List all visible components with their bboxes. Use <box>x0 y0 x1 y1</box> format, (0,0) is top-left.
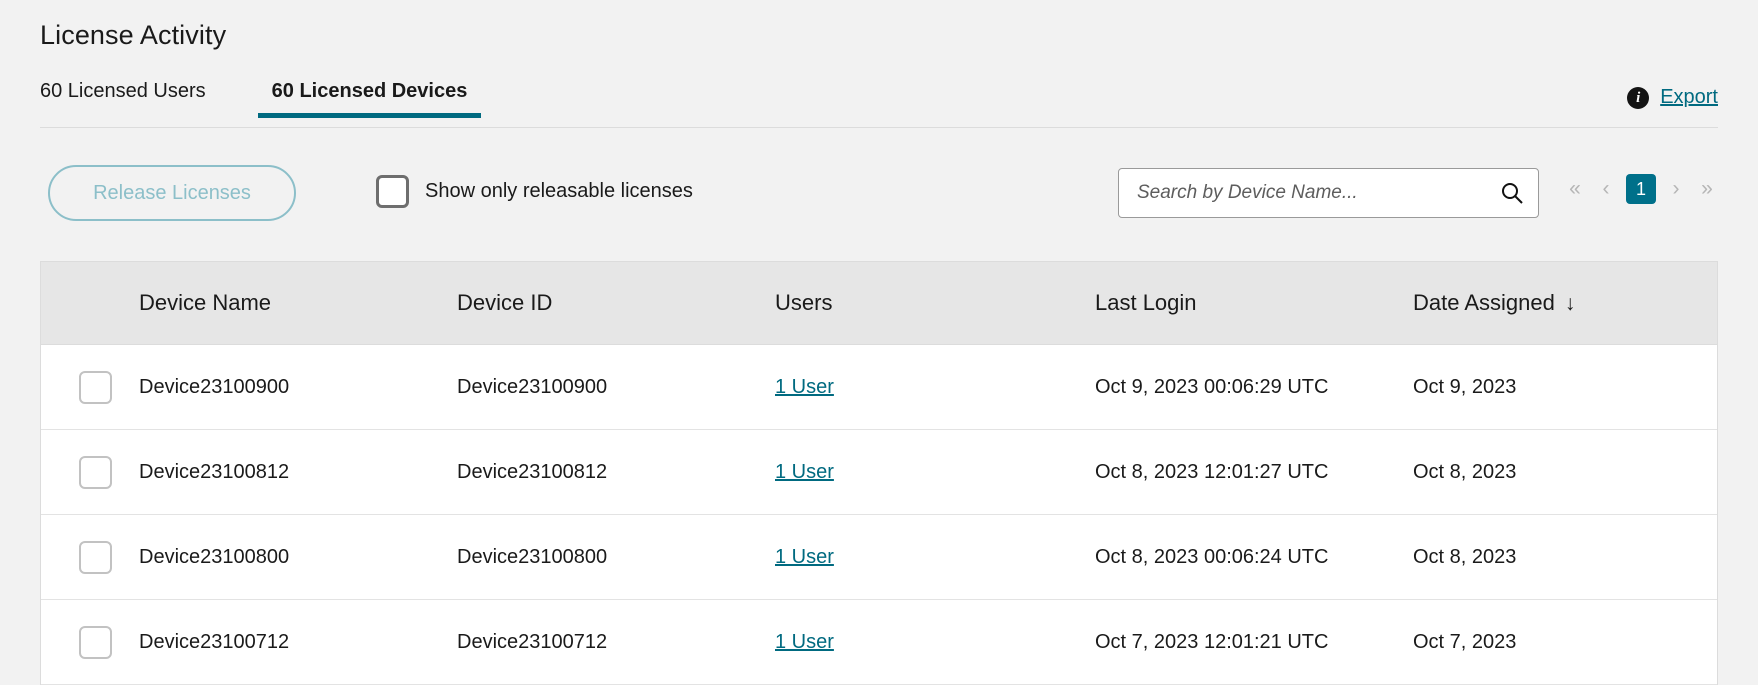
table-row[interactable]: Device23100712 Device23100712 1 User Oct… <box>41 600 1717 685</box>
show-releasable-checkbox[interactable] <box>376 175 409 208</box>
header-device-name[interactable]: Device Name <box>139 290 457 316</box>
cell-users: 1 User <box>775 631 1095 654</box>
table-row[interactable]: Device23100812 Device23100812 1 User Oct… <box>41 430 1717 515</box>
header-last-login[interactable]: Last Login <box>1095 290 1413 316</box>
releasable-filter[interactable]: Show only releasable licenses <box>376 175 693 208</box>
table-row[interactable]: Device23100800 Device23100800 1 User Oct… <box>41 515 1717 600</box>
row-select-cell <box>41 456 139 489</box>
users-link[interactable]: 1 User <box>775 376 834 398</box>
sort-descending-icon: ↓ <box>1565 292 1576 316</box>
license-activity-page: License Activity 60 Licensed Users 60 Li… <box>0 0 1758 683</box>
cell-last-login: Oct 8, 2023 12:01:27 UTC <box>1095 461 1413 484</box>
export-area: i Export <box>1627 86 1718 109</box>
info-icon[interactable]: i <box>1627 87 1649 109</box>
cell-users: 1 User <box>775 461 1095 484</box>
table-header-row: Device Name Device ID Users Last Login D… <box>41 262 1717 345</box>
cell-date-assigned: Oct 9, 2023 <box>1413 376 1717 399</box>
cell-device-id: Device23100812 <box>457 461 775 484</box>
devices-table: Device Name Device ID Users Last Login D… <box>40 261 1718 685</box>
row-checkbox[interactable] <box>79 456 112 489</box>
cell-device-name: Device23100800 <box>139 546 457 569</box>
cell-device-id: Device23100800 <box>457 546 775 569</box>
pagination-first[interactable]: « <box>1564 174 1586 204</box>
row-select-cell <box>41 371 139 404</box>
header-users[interactable]: Users <box>775 290 1095 316</box>
row-checkbox[interactable] <box>79 626 112 659</box>
tab-list: 60 Licensed Users 60 Licensed Devices <box>40 80 1718 127</box>
cell-last-login: Oct 8, 2023 00:06:24 UTC <box>1095 546 1413 569</box>
row-select-cell <box>41 626 139 659</box>
page-title: License Activity <box>40 20 226 51</box>
cell-device-name: Device23100900 <box>139 376 457 399</box>
table-row[interactable]: Device23100900 Device23100900 1 User Oct… <box>41 345 1717 430</box>
cell-device-id: Device23100712 <box>457 631 775 654</box>
cell-last-login: Oct 7, 2023 12:01:21 UTC <box>1095 631 1413 654</box>
tab-licensed-devices[interactable]: 60 Licensed Devices <box>258 80 482 117</box>
row-checkbox[interactable] <box>79 371 112 404</box>
cell-device-name: Device23100712 <box>139 631 457 654</box>
tab-licensed-users[interactable]: 60 Licensed Users <box>40 80 222 117</box>
pagination: « ‹ 1 › » <box>1564 174 1718 204</box>
row-checkbox[interactable] <box>79 541 112 574</box>
cell-last-login: Oct 9, 2023 00:06:29 UTC <box>1095 376 1413 399</box>
search-icon[interactable] <box>1500 181 1524 205</box>
users-link[interactable]: 1 User <box>775 461 834 483</box>
row-select-cell <box>41 541 139 574</box>
header-date-assigned[interactable]: Date Assigned ↓ <box>1413 290 1717 316</box>
export-link[interactable]: Export <box>1660 86 1718 109</box>
cell-date-assigned: Oct 8, 2023 <box>1413 546 1717 569</box>
pagination-prev[interactable]: ‹ <box>1595 174 1617 204</box>
search-input[interactable] <box>1135 181 1500 205</box>
cell-date-assigned: Oct 7, 2023 <box>1413 631 1717 654</box>
release-licenses-button[interactable]: Release Licenses <box>48 165 296 221</box>
pagination-next[interactable]: › <box>1665 174 1687 204</box>
pagination-last[interactable]: » <box>1696 174 1718 204</box>
pagination-page-1[interactable]: 1 <box>1626 174 1656 204</box>
cell-users: 1 User <box>775 546 1095 569</box>
header-device-id[interactable]: Device ID <box>457 290 775 316</box>
header-date-assigned-label: Date Assigned <box>1413 290 1555 315</box>
cell-device-name: Device23100812 <box>139 461 457 484</box>
search-box[interactable] <box>1118 168 1539 218</box>
cell-date-assigned: Oct 8, 2023 <box>1413 461 1717 484</box>
show-releasable-label[interactable]: Show only releasable licenses <box>425 180 693 203</box>
toolbar: Release Licenses Show only releasable li… <box>40 165 1718 227</box>
tab-bar: 60 Licensed Users 60 Licensed Devices <box>40 80 1718 128</box>
cell-users: 1 User <box>775 376 1095 399</box>
users-link[interactable]: 1 User <box>775 546 834 568</box>
users-link[interactable]: 1 User <box>775 631 834 653</box>
cell-device-id: Device23100900 <box>457 376 775 399</box>
